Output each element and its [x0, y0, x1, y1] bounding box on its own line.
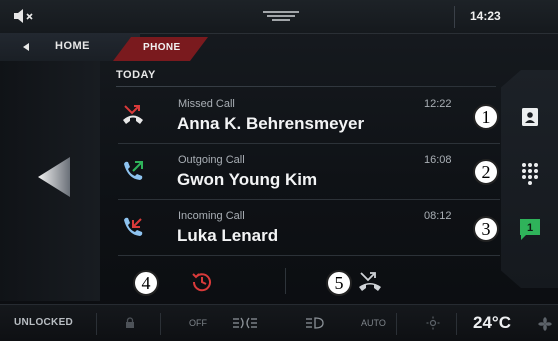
call-time: 08:12	[424, 210, 452, 222]
mute-icon[interactable]	[12, 8, 36, 24]
lock-status: UNLOCKED	[14, 317, 74, 328]
temperature[interactable]: 24°C	[473, 313, 511, 333]
missed-call-icon	[123, 105, 143, 124]
header: HOME PHONE	[0, 33, 558, 61]
row-divider	[118, 255, 500, 256]
clock: 14:23	[470, 9, 501, 23]
fan-mode[interactable]: OFF	[189, 318, 207, 328]
caller-name: Luka Lenard	[177, 226, 279, 245]
message-count: 1	[527, 222, 533, 234]
call-type: Incoming Call	[178, 210, 245, 222]
call-filter-bar	[110, 262, 500, 300]
menu-handle-icon[interactable]	[261, 8, 301, 24]
bar-divider	[96, 313, 97, 335]
callout-badge: 2	[473, 159, 499, 185]
status-divider	[454, 6, 455, 28]
bar-divider	[396, 313, 397, 335]
caller-name: Anna K. Behrensmeyer	[177, 114, 365, 133]
lock-icon[interactable]	[124, 317, 136, 329]
callout-badge: 3	[473, 216, 499, 242]
dialpad-icon[interactable]	[517, 160, 543, 186]
recent-calls-icon[interactable]	[190, 270, 214, 294]
bar-divider	[456, 313, 457, 335]
bar-divider	[160, 313, 161, 335]
missed-calls-filter-icon[interactable]	[357, 270, 383, 292]
fan-icon[interactable]	[538, 317, 552, 331]
home-label: HOME	[55, 40, 90, 52]
call-type: Outgoing Call	[178, 154, 245, 166]
climate-bar: UNLOCKED OFF AUTO 24°C	[0, 304, 558, 341]
brightness-icon[interactable]	[426, 316, 440, 330]
outgoing-call-icon	[124, 161, 143, 180]
section-title: TODAY	[116, 69, 156, 81]
row-divider	[118, 143, 500, 144]
message-icon[interactable]: 1	[517, 216, 543, 242]
chevron-left-icon[interactable]	[36, 155, 72, 199]
divider	[116, 86, 496, 87]
auto-mode[interactable]: AUTO	[361, 318, 386, 328]
contact-card-icon[interactable]	[517, 104, 543, 130]
call-type: Missed Call	[178, 98, 235, 110]
caller-name: Gwon Young Kim	[177, 170, 318, 189]
fog-light-icon[interactable]	[232, 316, 258, 330]
status-bar: 14:23	[0, 0, 558, 34]
call-time: 12:22	[424, 98, 452, 110]
row-divider	[118, 199, 500, 200]
back-arrow-icon	[23, 43, 29, 51]
callout-badge: 1	[473, 104, 499, 130]
tab-phone-label: PHONE	[143, 42, 181, 53]
call-row[interactable]: Incoming Call Luka Lenard 08:12	[110, 202, 500, 256]
incoming-call-icon	[124, 217, 143, 236]
call-row[interactable]: Missed Call Anna K. Behrensmeyer 12:22	[110, 90, 500, 144]
action-divider	[285, 268, 286, 294]
phone-screen: 14:23 HOME PHONE TODAY Missed Call Anna …	[0, 0, 558, 341]
call-row[interactable]: Outgoing Call Gwon Young Kim 16:08	[110, 146, 500, 200]
headlight-icon[interactable]	[305, 316, 325, 330]
call-time: 16:08	[424, 154, 452, 166]
